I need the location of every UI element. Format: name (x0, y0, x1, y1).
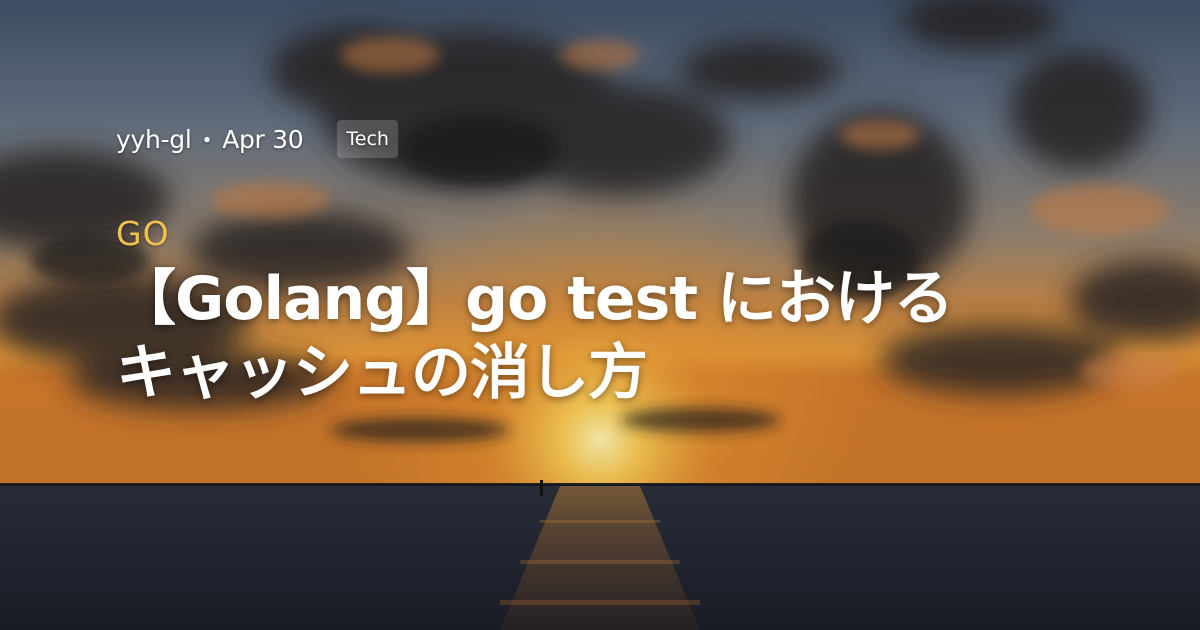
og-card: yyh-gl ・ Apr 30 Tech GO 【Golang】go test … (0, 0, 1200, 630)
category-label[interactable]: GO (116, 214, 170, 253)
post-title-line-1: 【Golang】go test における (116, 264, 954, 334)
post-meta: yyh-gl ・ Apr 30 Tech (116, 118, 398, 160)
tag-badge[interactable]: Tech (337, 120, 398, 158)
post-title: 【Golang】go test における キャッシュの消し方 (116, 262, 1076, 410)
meta-separator: ・ (194, 126, 220, 155)
post-date: Apr 30 (222, 124, 304, 154)
post-title-line-2: キャッシュの消し方 (116, 338, 648, 408)
author-name[interactable]: yyh-gl (116, 125, 192, 154)
